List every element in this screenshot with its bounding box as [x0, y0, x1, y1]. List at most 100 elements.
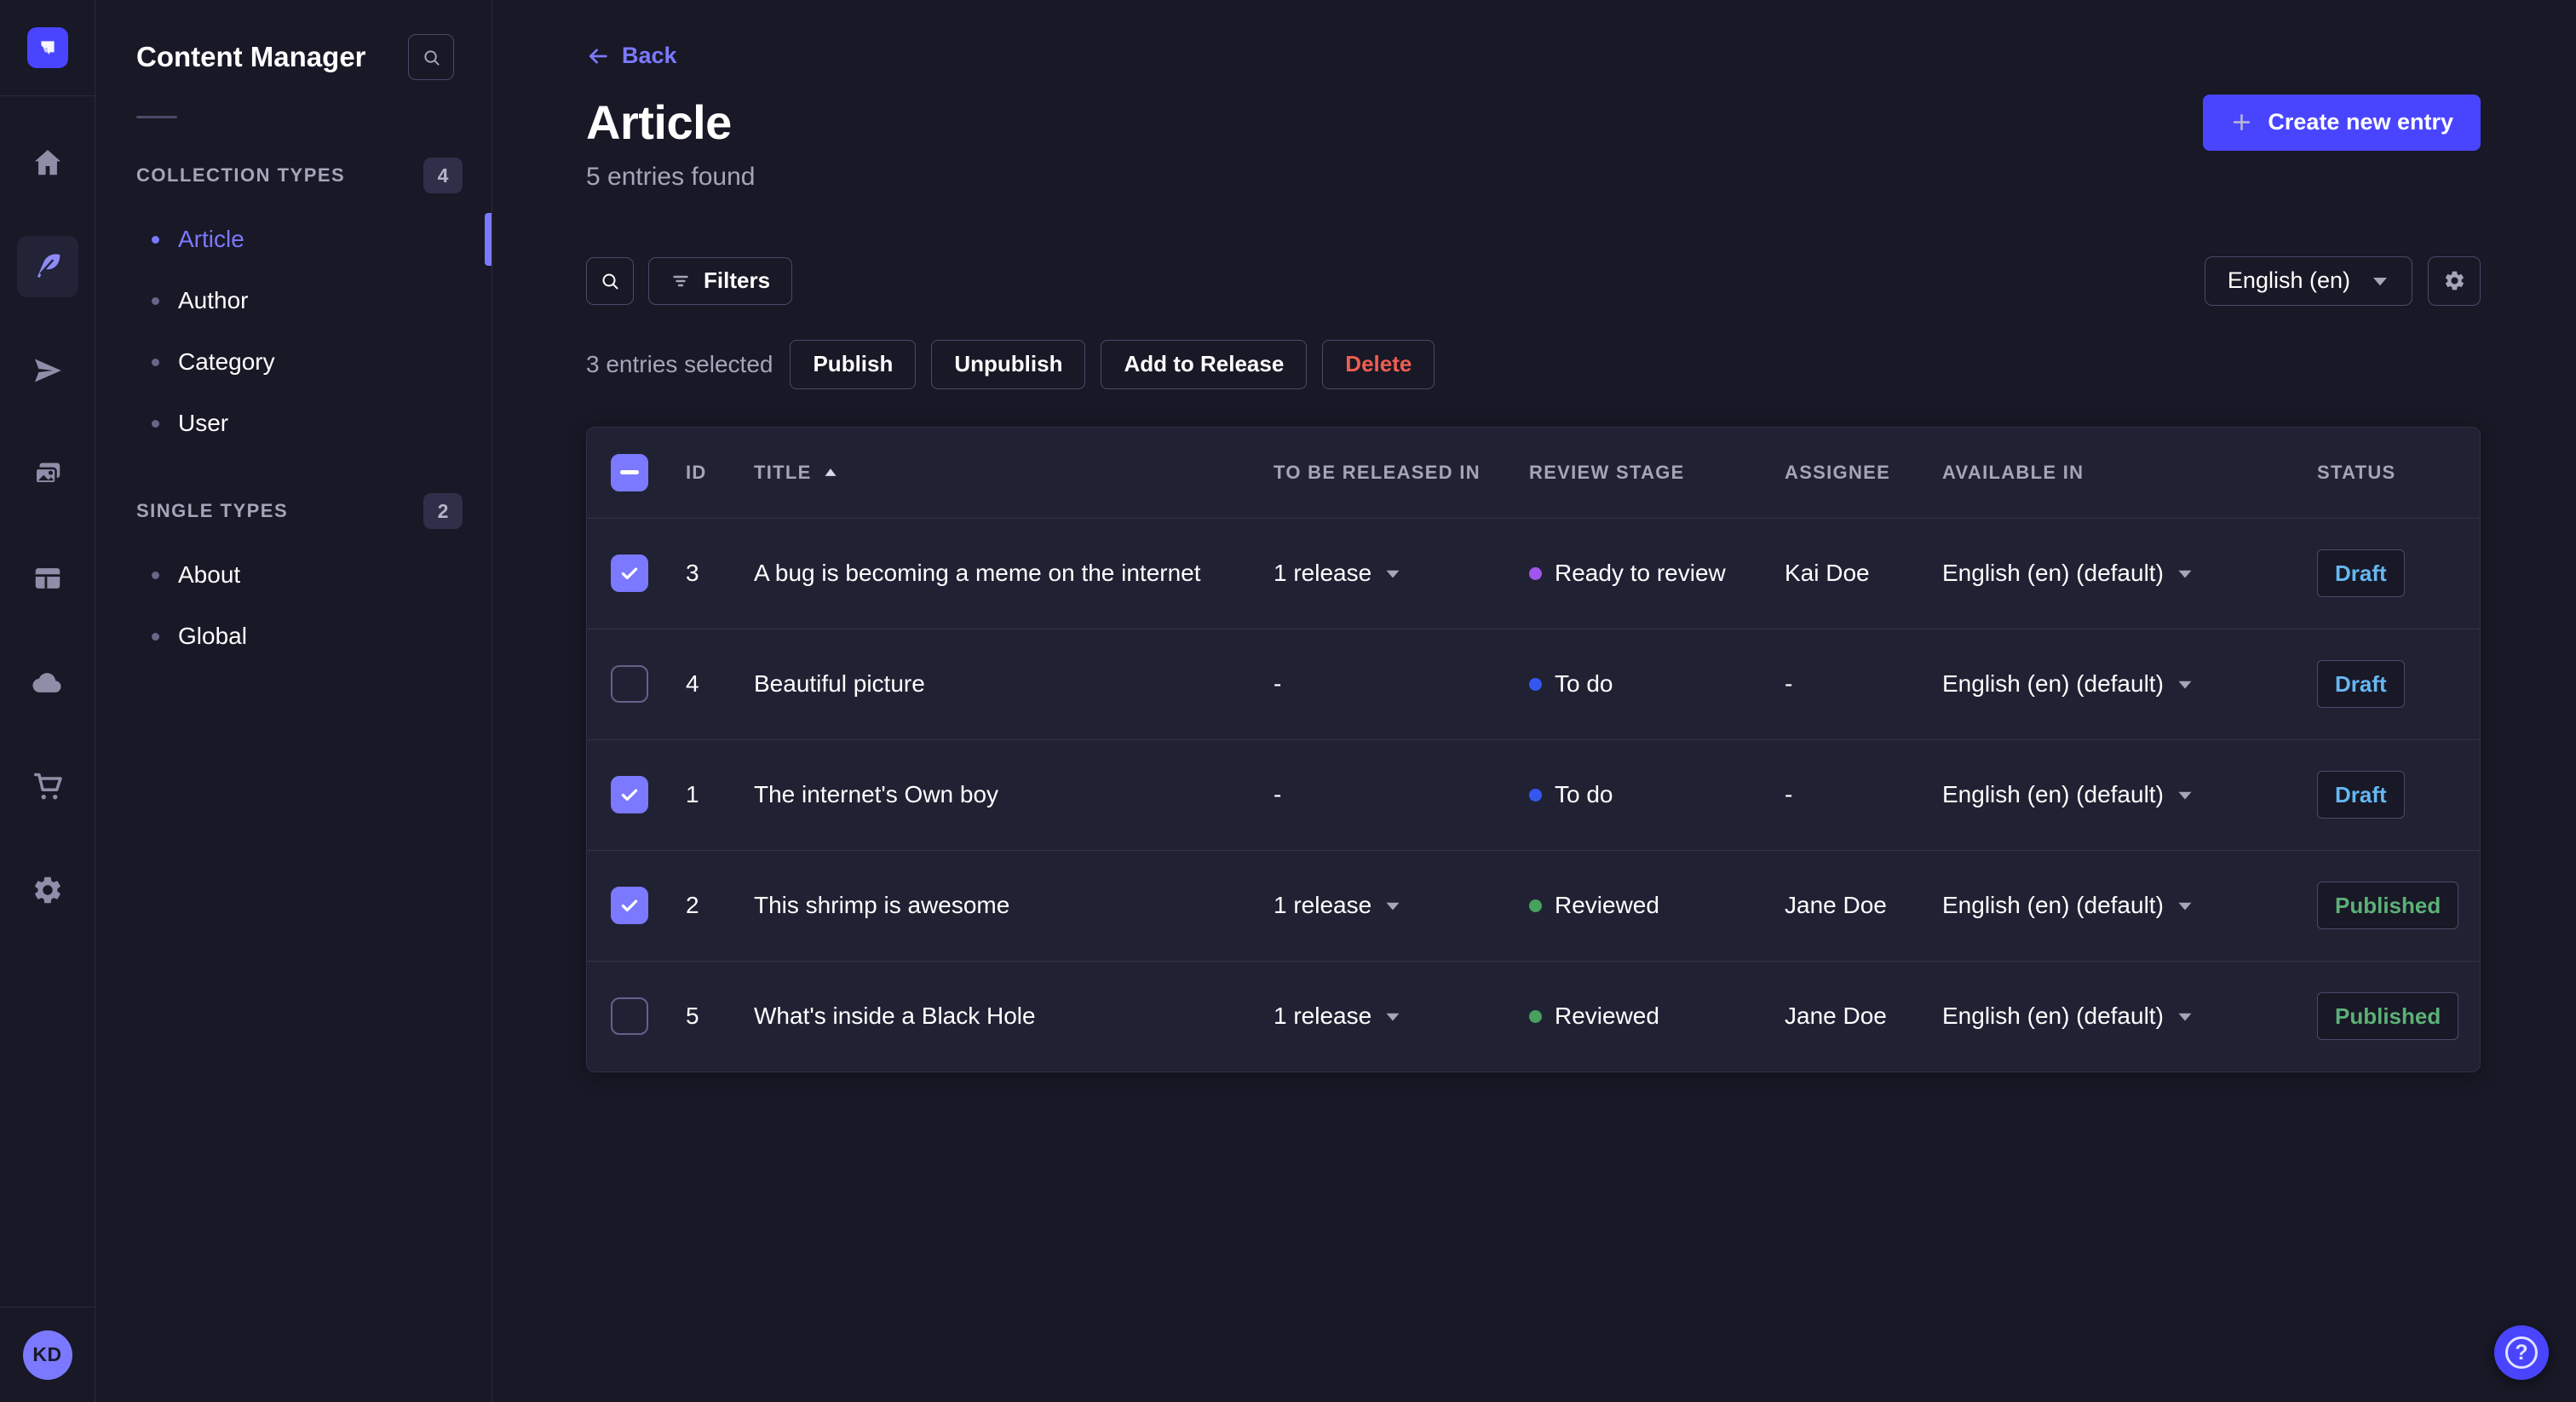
arrow-left-icon [586, 44, 610, 68]
available-in-cell[interactable]: English (en) (default) [1929, 1003, 2303, 1030]
sidebar-item-label: Category [178, 348, 275, 375]
help-button[interactable]: ? [2494, 1325, 2549, 1380]
unpublish-button[interactable]: Unpublish [931, 339, 1086, 389]
chevron-down-icon [2371, 274, 2389, 288]
entries-count: 5 entries found [586, 162, 756, 191]
sidebar-item-category[interactable]: Category [95, 331, 492, 393]
release-cell[interactable]: - [1260, 781, 1515, 808]
row-assignee: Jane Doe [1785, 1003, 1887, 1029]
section-label: SINGLE TYPES [136, 500, 289, 521]
item-bullet [152, 419, 159, 428]
releases-icon[interactable] [17, 340, 78, 401]
row-title: A bug is becoming a meme on the internet [754, 560, 1201, 586]
table-row[interactable]: 5 What's inside a Black Hole 1 release R… [587, 960, 2480, 1072]
filters-button[interactable]: Filters [648, 256, 793, 305]
rail-nav [0, 96, 95, 1307]
column-header-review: REVIEW STAGE [1529, 461, 1685, 483]
sidebar-item-label: About [178, 561, 241, 588]
sidebar-item-author[interactable]: Author [95, 270, 492, 331]
home-icon[interactable] [17, 132, 78, 193]
create-new-entry-button[interactable]: Create new entry [2203, 94, 2481, 151]
locale-select[interactable]: English (en) [2204, 256, 2412, 306]
available-in-cell[interactable]: English (en) (default) [1929, 892, 2303, 919]
sidebar-item-label: Article [178, 226, 244, 252]
gear-icon [2443, 269, 2466, 292]
table-row[interactable]: 2 This shrimp is awesome 1 release Revie… [587, 849, 2480, 961]
table-row[interactable]: 3 A bug is becoming a meme on the intern… [587, 517, 2480, 629]
add-to-release-button[interactable]: Add to Release [1101, 339, 1308, 389]
row-assignee: - [1785, 670, 1793, 697]
view-settings-button[interactable] [2428, 256, 2481, 306]
row-checkbox[interactable] [611, 997, 648, 1035]
row-assignee: Kai Doe [1785, 560, 1870, 586]
strapi-logo[interactable] [0, 0, 95, 96]
column-header-title[interactable]: TITLE [740, 462, 1260, 484]
release-cell[interactable]: 1 release [1260, 560, 1515, 587]
item-bullet [152, 632, 159, 641]
row-assignee: Jane Doe [1785, 892, 1887, 918]
row-title: What's inside a Black Hole [754, 1003, 1036, 1029]
review-stage-dot [1529, 788, 1542, 802]
sidebar-item-user[interactable]: User [95, 393, 492, 454]
available-in-cell[interactable]: English (en) (default) [1929, 781, 2303, 808]
select-all-checkbox[interactable] [611, 453, 648, 491]
row-title: Beautiful picture [754, 670, 925, 697]
sidebar-search-button[interactable] [408, 34, 454, 80]
sidebar: Content Manager COLLECTION TYPES 4 Artic… [95, 0, 492, 1402]
sidebar-item-article[interactable]: Article [95, 209, 492, 270]
search-icon [600, 271, 620, 291]
active-indicator [485, 213, 492, 266]
review-stage-dot [1529, 566, 1542, 580]
release-cell[interactable]: 1 release [1260, 1003, 1515, 1030]
row-checkbox[interactable] [611, 776, 648, 813]
marketplace-icon[interactable] [17, 756, 78, 817]
sidebar-item-global[interactable]: Global [95, 606, 492, 667]
collection-types-section: COLLECTION TYPES 4 Article Author Catego… [95, 158, 492, 454]
content-manager-icon[interactable] [16, 236, 78, 297]
column-header-available: AVAILABLE IN [1942, 461, 2084, 483]
available-in-cell[interactable]: English (en) (default) [1929, 670, 2303, 698]
main-content: Back Article Create new entry 5 entries … [492, 0, 2576, 1402]
table-row[interactable]: 4 Beautiful picture - To do - English (e… [587, 628, 2480, 739]
release-cell[interactable]: 1 release [1260, 892, 1515, 919]
delete-button[interactable]: Delete [1322, 339, 1435, 389]
review-stage-cell: Reviewed [1515, 1003, 1771, 1030]
row-checkbox[interactable] [611, 887, 648, 924]
column-header-status: STATUS [2317, 461, 2396, 483]
review-stage-cell: Reviewed [1515, 892, 1771, 919]
deploy-icon[interactable] [17, 652, 78, 713]
item-bullet [152, 296, 159, 305]
avatar[interactable]: KD [22, 1330, 72, 1380]
row-title: This shrimp is awesome [754, 892, 1010, 918]
column-header-id[interactable]: ID [672, 462, 740, 484]
divider [136, 116, 177, 118]
chevron-down-icon [2176, 567, 2194, 580]
row-checkbox[interactable] [611, 665, 648, 703]
filter-icon [670, 271, 691, 291]
chevron-down-icon [2176, 1010, 2194, 1023]
selection-count: 3 entries selected [586, 350, 773, 377]
search-button[interactable] [586, 256, 634, 305]
available-in-cell[interactable]: English (en) (default) [1929, 560, 2303, 587]
settings-icon[interactable] [17, 859, 78, 921]
back-link[interactable]: Back [586, 43, 677, 69]
row-title: The internet's Own boy [754, 781, 999, 807]
content-type-builder-icon[interactable] [17, 548, 78, 609]
section-label: COLLECTION TYPES [136, 164, 346, 186]
sidebar-item-about[interactable]: About [95, 544, 492, 606]
row-checkbox[interactable] [611, 554, 648, 592]
release-cell[interactable]: - [1260, 670, 1515, 698]
review-stage-dot [1529, 677, 1542, 691]
item-bullet [152, 571, 159, 579]
section-count-badge: 4 [423, 158, 463, 193]
row-assignee: - [1785, 781, 1793, 807]
table-row[interactable]: 1 The internet's Own boy - To do - Engli… [587, 738, 2480, 850]
publish-button[interactable]: Publish [790, 339, 917, 389]
status-badge: Draft [2317, 660, 2405, 708]
status-badge: Draft [2317, 771, 2405, 819]
chevron-down-icon [1384, 899, 1401, 912]
review-stage-cell: Ready to review [1515, 560, 1771, 587]
review-stage-dot [1529, 899, 1542, 912]
media-library-icon[interactable] [17, 444, 78, 505]
indeterminate-dash-icon [620, 470, 639, 474]
